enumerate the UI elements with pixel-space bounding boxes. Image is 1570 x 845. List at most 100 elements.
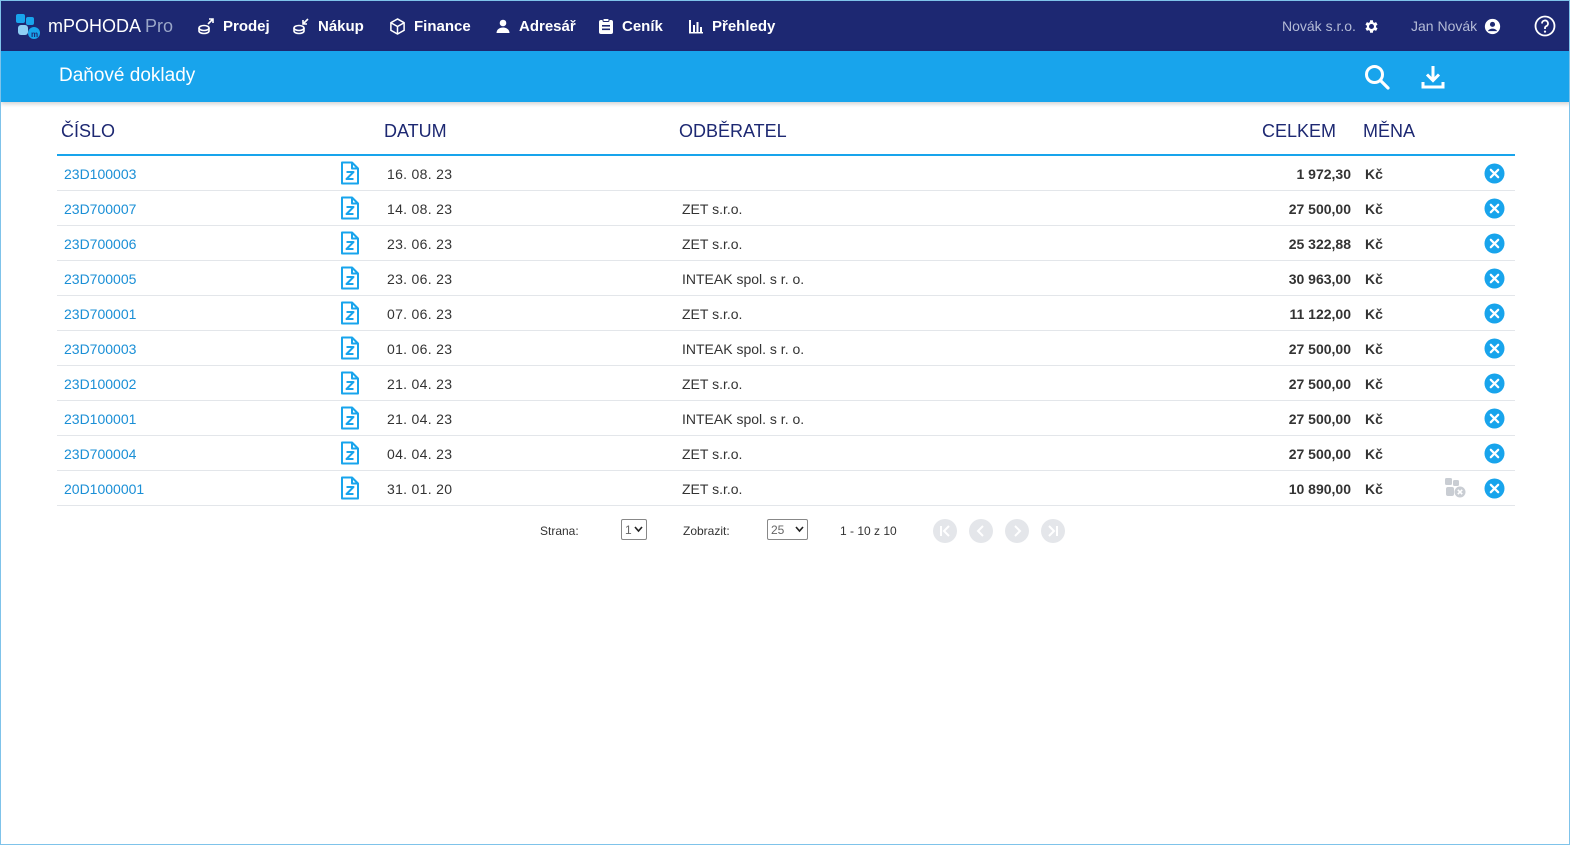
document-number-link[interactable]: 23D700004 <box>64 446 136 462</box>
document-z-icon[interactable] <box>340 476 360 500</box>
table-row[interactable]: 23D100003 16. 08. 23 1 972,30 Kč <box>57 156 1515 191</box>
nav-label: Adresář <box>519 17 576 35</box>
document-number-link[interactable]: 23D700003 <box>64 341 136 357</box>
cancel-circle-icon[interactable] <box>1484 338 1505 359</box>
customer-name: ZET s.r.o. <box>682 376 743 392</box>
total-amount: 27 500,00 <box>1288 376 1351 392</box>
customer-name: INTEAK spol. s r. o. <box>682 271 805 287</box>
page-select[interactable]: 1 <box>621 519 647 540</box>
document-date: 23. 06. 23 <box>387 236 453 252</box>
table-row[interactable]: 20D1000001 31. 01. 20 ZET s.r.o. 10 890,00 K… <box>57 471 1515 506</box>
last-page-button[interactable] <box>1041 519 1065 543</box>
app-brand[interactable]: mPOHODA Pro <box>48 15 173 37</box>
document-number-link[interactable]: 23D100002 <box>64 376 136 392</box>
chevron-right-icon <box>1014 525 1022 537</box>
nav-prodej[interactable]: Prodej <box>197 16 270 36</box>
column-header-partner[interactable]: ODBĚRATEL <box>679 121 787 142</box>
cancel-circle-icon[interactable] <box>1484 233 1505 254</box>
document-z-icon[interactable] <box>340 196 360 220</box>
cancel-circle-icon[interactable] <box>1484 478 1505 499</box>
currency: Kč <box>1365 481 1383 497</box>
customer-name: ZET s.r.o. <box>682 446 743 462</box>
help-icon[interactable] <box>1534 15 1556 37</box>
column-header-date[interactable]: DATUM <box>384 121 447 142</box>
page-label: Strana: <box>540 524 579 538</box>
table-row[interactable]: 23D100001 21. 04. 23 INTEAK spol. s r. o. 2… <box>57 401 1515 436</box>
document-date: 23. 06. 23 <box>387 271 453 287</box>
search-icon[interactable] <box>1363 63 1391 91</box>
mpohoda-logo-icon[interactable]: m <box>15 12 43 40</box>
company-switcher[interactable]: Novák s.r.o. <box>1282 16 1380 36</box>
cancel-circle-icon[interactable] <box>1484 163 1505 184</box>
finance-icon <box>390 17 405 35</box>
range-text: 1 - 10 z 10 <box>840 524 897 538</box>
document-z-icon[interactable] <box>340 161 360 185</box>
document-number-link[interactable]: 23D700005 <box>64 271 136 287</box>
first-page-icon <box>940 525 950 537</box>
pagination: Strana: 1 Zobrazit: 25 1 - 10 z 10 <box>1 519 1569 543</box>
document-z-icon[interactable] <box>340 336 360 360</box>
bar-chart-icon <box>689 20 703 34</box>
chevron-left-icon <box>976 525 984 537</box>
table-row[interactable]: 23D700001 07. 06. 23 ZET s.r.o. 11 122,00 Kč <box>57 296 1515 331</box>
prev-page-button[interactable] <box>969 519 993 543</box>
document-date: 21. 04. 23 <box>387 411 453 427</box>
document-z-icon[interactable] <box>340 371 360 395</box>
customer-name: INTEAK spol. s r. o. <box>682 411 805 427</box>
column-header-currency[interactable]: MĚNA <box>1363 121 1415 142</box>
document-z-icon[interactable] <box>340 406 360 430</box>
customer-name: INTEAK spol. s r. o. <box>682 341 805 357</box>
first-page-button[interactable] <box>933 519 957 543</box>
chevron-down-icon <box>634 526 643 533</box>
document-z-icon[interactable] <box>340 301 360 325</box>
total-amount: 25 322,88 <box>1288 236 1351 252</box>
total-amount: 11 122,00 <box>1289 306 1351 322</box>
document-z-icon[interactable] <box>340 441 360 465</box>
nav-cenik[interactable]: Ceník <box>598 16 663 36</box>
table-row[interactable]: 23D700007 14. 08. 23 ZET s.r.o. 27 500,00 Kč <box>57 191 1515 226</box>
total-amount: 27 500,00 <box>1288 201 1351 217</box>
nav-label: Nákup <box>318 17 364 35</box>
user-menu[interactable]: Jan Novák <box>1411 16 1501 36</box>
document-z-icon[interactable] <box>340 266 360 290</box>
table-header: ČÍSLO DATUM ODBĚRATEL CELKEM MĚNA <box>57 119 1515 156</box>
page-size-select[interactable]: 25 <box>767 519 808 540</box>
document-number-link[interactable]: 20D1000001 <box>64 481 144 497</box>
unlink-status-icon <box>1445 478 1466 498</box>
nav-finance[interactable]: Finance <box>389 16 471 36</box>
document-number-link[interactable]: 23D700001 <box>64 306 136 322</box>
page-size-value: 25 <box>771 522 785 537</box>
person-icon <box>496 19 510 33</box>
table-row[interactable]: 23D100002 21. 04. 23 ZET s.r.o. 27 500,00 Kč <box>57 366 1515 401</box>
document-date: 21. 04. 23 <box>387 376 453 392</box>
nav-adresar[interactable]: Adresář <box>495 16 576 36</box>
cancel-circle-icon[interactable] <box>1484 268 1505 289</box>
document-number-link[interactable]: 23D100001 <box>64 411 136 427</box>
download-icon[interactable] <box>1419 63 1447 91</box>
cancel-circle-icon[interactable] <box>1484 408 1505 429</box>
app-window: m mPOHODA Pro Prodej Nákup Finance Adres… <box>0 0 1570 845</box>
document-date: 07. 06. 23 <box>387 306 453 322</box>
cancel-circle-icon[interactable] <box>1484 198 1505 219</box>
table-row[interactable]: 23D700006 23. 06. 23 ZET s.r.o. 25 322,88 Kč <box>57 226 1515 261</box>
document-number-link[interactable]: 23D700006 <box>64 236 136 252</box>
table-row[interactable]: 23D700003 01. 06. 23 INTEAK spol. s r. o. 2… <box>57 331 1515 366</box>
column-header-total[interactable]: CELKEM <box>1262 121 1336 142</box>
cancel-circle-icon[interactable] <box>1484 443 1505 464</box>
nav-nakup[interactable]: Nákup <box>292 16 364 36</box>
table-row[interactable]: 23D700004 04. 04. 23 ZET s.r.o. 27 500,00 Kč <box>57 436 1515 471</box>
document-z-icon[interactable] <box>340 231 360 255</box>
cancel-circle-icon[interactable] <box>1484 373 1505 394</box>
document-number-link[interactable]: 23D100003 <box>64 166 136 182</box>
customer-name: ZET s.r.o. <box>682 236 743 252</box>
column-header-number[interactable]: ČÍSLO <box>61 121 115 142</box>
nav-prehledy[interactable]: Přehledy <box>688 16 775 36</box>
currency: Kč <box>1365 376 1383 392</box>
document-number-link[interactable]: 23D700007 <box>64 201 136 217</box>
total-amount: 30 963,00 <box>1288 271 1351 287</box>
cancel-circle-icon[interactable] <box>1484 303 1505 324</box>
next-page-button[interactable] <box>1005 519 1029 543</box>
table-row[interactable]: 23D700005 23. 06. 23 INTEAK spol. s r. o. 3… <box>57 261 1515 296</box>
sales-icon <box>198 18 214 35</box>
svg-text:m: m <box>31 30 38 39</box>
